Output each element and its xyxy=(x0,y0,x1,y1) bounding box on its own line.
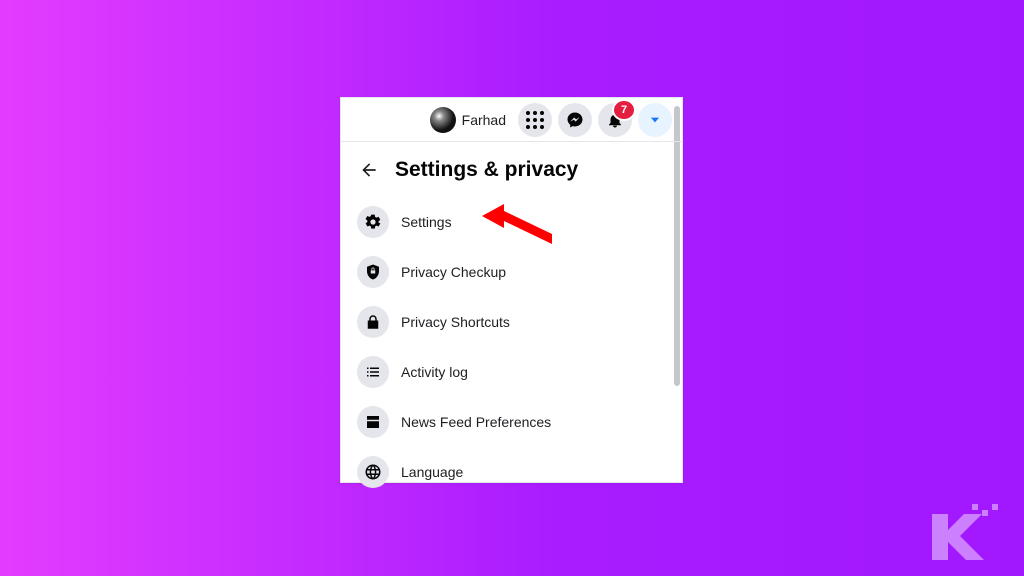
watermark-logo xyxy=(922,502,1002,562)
menu-item-privacy-checkup[interactable]: Privacy Checkup xyxy=(351,250,672,294)
profile-chip[interactable]: Farhad xyxy=(430,107,506,133)
feed-icon xyxy=(357,406,389,438)
top-nav-bar: Farhad 7 xyxy=(341,98,682,142)
back-button[interactable] xyxy=(353,154,385,186)
username: Farhad xyxy=(462,112,506,128)
menu-item-label: Language xyxy=(401,464,463,480)
messenger-button[interactable] xyxy=(558,103,592,137)
menu-item-language[interactable]: Language xyxy=(351,450,672,494)
menu-item-label: Privacy Shortcuts xyxy=(401,314,510,330)
menu-item-label: Privacy Checkup xyxy=(401,264,506,280)
gear-icon xyxy=(357,206,389,238)
shield-check-icon xyxy=(357,256,389,288)
panel-header: Settings & privacy xyxy=(351,150,672,200)
menu-grid-button[interactable] xyxy=(518,103,552,137)
panel-title: Settings & privacy xyxy=(395,158,578,182)
menu-item-news-feed-preferences[interactable]: News Feed Preferences xyxy=(351,400,672,444)
globe-icon xyxy=(357,456,389,488)
app-window: Farhad 7 Settings & privacy xyxy=(340,97,683,483)
list-icon xyxy=(357,356,389,388)
menu-item-label: Activity log xyxy=(401,364,468,380)
menu-item-label: Settings xyxy=(401,214,452,230)
menu-item-privacy-shortcuts[interactable]: Privacy Shortcuts xyxy=(351,300,672,344)
messenger-icon xyxy=(566,111,584,129)
menu-item-settings[interactable]: Settings xyxy=(351,200,672,244)
menu-item-label: News Feed Preferences xyxy=(401,414,551,430)
gradient-background: Farhad 7 Settings & privacy xyxy=(0,0,1024,576)
notifications-button[interactable]: 7 xyxy=(598,103,632,137)
menu-list: Settings Privacy Checkup Privacy Shortcu… xyxy=(351,200,672,494)
avatar xyxy=(430,107,456,133)
notification-badge: 7 xyxy=(612,99,636,121)
account-menu-button[interactable] xyxy=(638,103,672,137)
caret-down-icon xyxy=(648,113,662,127)
arrow-left-icon xyxy=(359,160,379,180)
lock-icon xyxy=(357,306,389,338)
menu-item-activity-log[interactable]: Activity log xyxy=(351,350,672,394)
grid-icon xyxy=(526,111,544,129)
settings-privacy-panel: Settings & privacy Settings Privacy Chec… xyxy=(341,142,682,494)
